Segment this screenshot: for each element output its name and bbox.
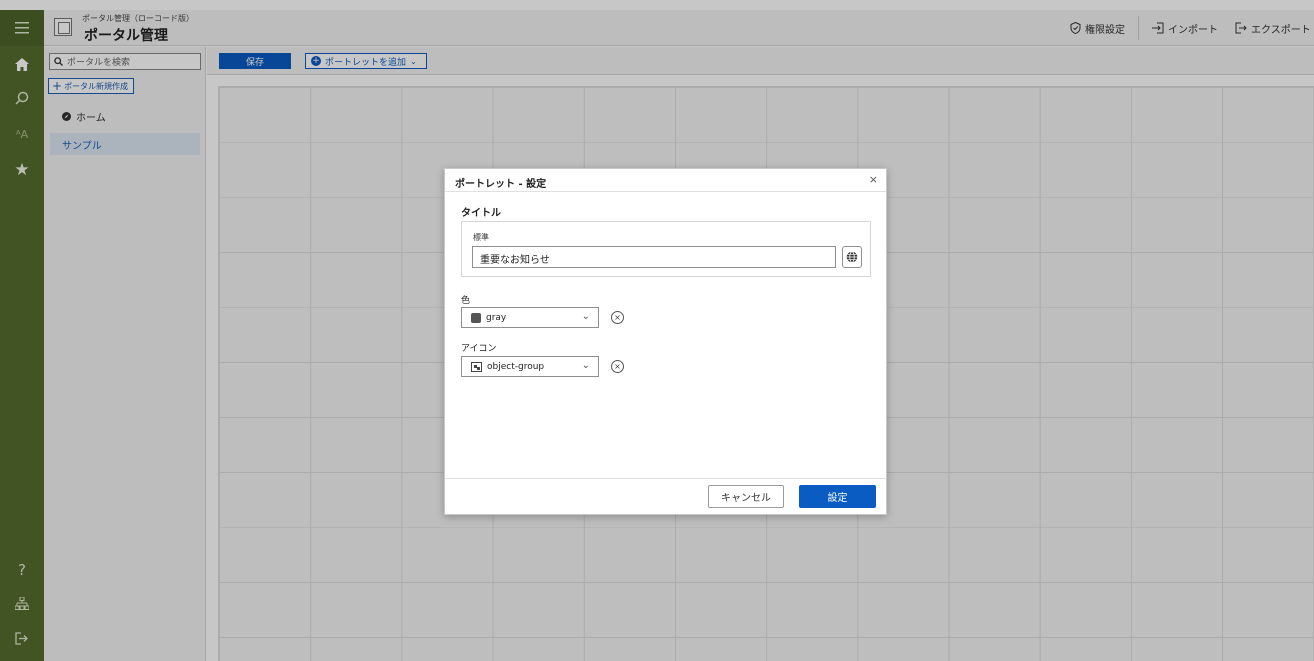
- chevron-down-icon: ⌄: [581, 311, 590, 322]
- icon-value: object-group: [487, 361, 545, 372]
- title-input[interactable]: 重要なお知らせ: [472, 246, 836, 268]
- color-label: 色: [461, 296, 471, 306]
- color-value: gray: [486, 312, 507, 323]
- clear-color-icon[interactable]: ×: [611, 311, 624, 324]
- icon-select[interactable]: object-group ⌄: [461, 356, 599, 377]
- chevron-down-icon: ⌄: [581, 360, 590, 371]
- title-fieldset: 標準 重要なお知らせ: [461, 221, 871, 277]
- dialog-footer: キャンセル 設定: [445, 478, 886, 514]
- close-icon[interactable]: ×: [869, 173, 878, 186]
- title-section-heading: タイトル: [461, 208, 501, 219]
- dialog-title: ポートレット - 設定: [455, 179, 547, 190]
- dialog-header: ポートレット - 設定 ×: [445, 169, 886, 192]
- portlet-settings-dialog: ポートレット - 設定 × タイトル 標準 重要なお知らせ 色 gray ⌄ ×…: [444, 168, 887, 515]
- object-group-icon: [471, 361, 482, 372]
- clear-icon-icon[interactable]: ×: [611, 360, 624, 373]
- standard-label: 標準: [473, 233, 489, 242]
- color-select[interactable]: gray ⌄: [461, 307, 599, 328]
- apply-button[interactable]: 設定: [799, 485, 876, 508]
- color-swatch: [471, 312, 481, 323]
- globe-icon[interactable]: [842, 246, 862, 268]
- icon-label: アイコン: [461, 344, 497, 354]
- cancel-button[interactable]: キャンセル: [708, 485, 784, 508]
